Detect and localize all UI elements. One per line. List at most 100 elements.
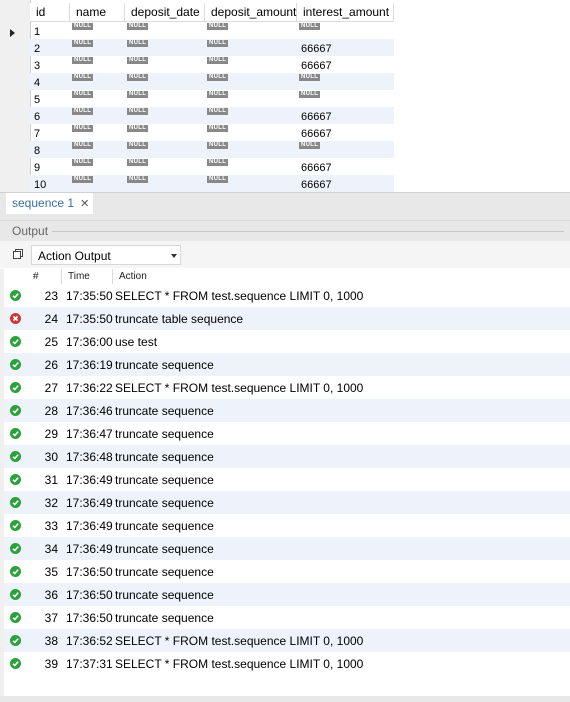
table-row[interactable]: 1 NULL NULL NULL NULL: [30, 22, 394, 39]
cell-id[interactable]: 8: [30, 141, 70, 158]
output-row[interactable]: 27 17:36:22 SELECT * FROM test.sequence LI…: [4, 376, 570, 399]
output-row[interactable]: 36 17:36:50 truncate sequence: [4, 583, 570, 606]
cell-id[interactable]: 3: [30, 56, 70, 73]
output-row[interactable]: 29 17:36:47 truncate sequence: [4, 422, 570, 445]
header-num[interactable]: #: [33, 271, 39, 282]
cell-interest-amount[interactable]: NULL: [297, 73, 394, 90]
cell-id[interactable]: 7: [30, 124, 70, 141]
cell-id[interactable]: 10: [30, 175, 70, 192]
table-row[interactable]: 7 NULL NULL NULL 66667: [30, 124, 394, 141]
output-num: 31: [44, 473, 58, 487]
table-row[interactable]: 4 NULL NULL NULL NULL: [30, 73, 394, 90]
table-row[interactable]: 10 NULL NULL NULL 66667: [30, 175, 394, 192]
cell-name[interactable]: NULL: [70, 39, 125, 56]
cell-interest-amount[interactable]: 66667: [297, 107, 394, 124]
table-row[interactable]: 6 NULL NULL NULL 66667: [30, 107, 394, 124]
cell-interest-amount[interactable]: NULL: [297, 22, 394, 39]
cell-name[interactable]: NULL: [70, 141, 125, 158]
cell-id[interactable]: 4: [30, 73, 70, 90]
header-action[interactable]: Action: [119, 271, 147, 282]
cell-id[interactable]: 2: [30, 39, 70, 56]
cell-deposit-date[interactable]: NULL: [125, 158, 205, 175]
cell-id[interactable]: 5: [30, 90, 70, 107]
cell-deposit-date[interactable]: NULL: [125, 175, 205, 192]
column-divider[interactable]: [112, 269, 113, 284]
cell-deposit-amount[interactable]: NULL: [205, 107, 297, 124]
output-row[interactable]: 31 17:36:49 truncate sequence: [4, 468, 570, 491]
cell-deposit-amount[interactable]: NULL: [205, 56, 297, 73]
cell-deposit-amount[interactable]: NULL: [205, 39, 297, 56]
cell-interest-amount[interactable]: 66667: [297, 39, 394, 56]
output-row[interactable]: 37 17:36:50 truncate sequence: [4, 606, 570, 629]
table-row[interactable]: 9 NULL NULL NULL 66667: [30, 158, 394, 175]
cell-name[interactable]: NULL: [70, 22, 125, 39]
cell-deposit-amount[interactable]: NULL: [205, 158, 297, 175]
output-num: 39: [44, 657, 58, 671]
output-row[interactable]: 32 17:36:49 truncate sequence: [4, 491, 570, 514]
output-row[interactable]: 33 17:36:49 truncate sequence: [4, 514, 570, 537]
output-row[interactable]: 23 17:35:50 SELECT * FROM test.sequence LI…: [4, 284, 570, 307]
column-header-deposit-amount[interactable]: deposit_amount: [205, 3, 297, 22]
cell-deposit-date[interactable]: NULL: [125, 73, 205, 90]
table-row[interactable]: 5 NULL NULL NULL NULL: [30, 90, 394, 107]
cell-name[interactable]: NULL: [70, 90, 125, 107]
cell-interest-amount[interactable]: 66667: [297, 158, 394, 175]
column-header-id[interactable]: id: [30, 3, 70, 22]
cell-name[interactable]: NULL: [70, 73, 125, 90]
output-row[interactable]: 30 17:36:48 truncate sequence: [4, 445, 570, 468]
cell-deposit-amount[interactable]: NULL: [205, 22, 297, 39]
output-row[interactable]: 25 17:36:00 use test: [4, 330, 570, 353]
null-badge: NULL: [299, 74, 321, 81]
output-row[interactable]: 26 17:36:19 truncate sequence: [4, 353, 570, 376]
table-row[interactable]: 3 NULL NULL NULL 66667: [30, 56, 394, 73]
row-gutter[interactable]: [0, 0, 31, 192]
null-badge: NULL: [207, 74, 229, 81]
cell-name[interactable]: NULL: [70, 158, 125, 175]
output-row[interactable]: 39 17:37:31 SELECT * FROM test.sequence LI…: [4, 652, 570, 675]
output-row[interactable]: 38 17:36:52 SELECT * FROM test.sequence LI…: [4, 629, 570, 652]
cell-interest-amount[interactable]: 66667: [297, 124, 394, 141]
output-row[interactable]: 35 17:36:50 truncate sequence: [4, 560, 570, 583]
column-header-deposit-date[interactable]: deposit_date: [125, 3, 205, 22]
cell-deposit-amount[interactable]: NULL: [205, 141, 297, 158]
tab-sequence-1[interactable]: sequence 1 ✕: [6, 193, 94, 214]
cell-deposit-date[interactable]: NULL: [125, 124, 205, 141]
column-header-interest-amount[interactable]: interest_amount: [297, 3, 394, 22]
cell-deposit-date[interactable]: NULL: [125, 22, 205, 39]
copy-icon[interactable]: [13, 249, 23, 259]
cell-deposit-amount[interactable]: NULL: [205, 90, 297, 107]
success-check-icon: [10, 520, 21, 531]
cell-name[interactable]: NULL: [70, 175, 125, 192]
column-header-name[interactable]: name: [70, 3, 125, 22]
table-row[interactable]: 2 NULL NULL NULL 66667: [30, 39, 394, 56]
output-type-select[interactable]: Action Output: [31, 245, 181, 265]
output-row[interactable]: 34 17:36:49 truncate sequence: [4, 537, 570, 560]
cell-name[interactable]: NULL: [70, 124, 125, 141]
output-num: 27: [44, 381, 58, 395]
cell-interest-amount[interactable]: NULL: [297, 141, 394, 158]
column-divider[interactable]: [61, 269, 62, 284]
cell-id[interactable]: 1: [30, 22, 70, 39]
cell-deposit-date[interactable]: NULL: [125, 90, 205, 107]
cell-interest-amount[interactable]: NULL: [297, 90, 394, 107]
cell-deposit-amount[interactable]: NULL: [205, 124, 297, 141]
output-row[interactable]: 24 17:35:50 truncate table sequence: [4, 307, 570, 330]
success-check-icon: [10, 497, 21, 508]
cell-deposit-date[interactable]: NULL: [125, 107, 205, 124]
close-icon[interactable]: ✕: [80, 198, 89, 210]
cell-deposit-date[interactable]: NULL: [125, 56, 205, 73]
cell-id[interactable]: 9: [30, 158, 70, 175]
table-row[interactable]: 8 NULL NULL NULL NULL: [30, 141, 394, 158]
cell-name[interactable]: NULL: [70, 56, 125, 73]
cell-interest-amount[interactable]: 66667: [297, 175, 394, 192]
cell-deposit-amount[interactable]: NULL: [205, 73, 297, 90]
cell-interest-amount[interactable]: 66667: [297, 56, 394, 73]
output-action: truncate sequence: [115, 450, 214, 464]
cell-deposit-amount[interactable]: NULL: [205, 175, 297, 192]
cell-id[interactable]: 6: [30, 107, 70, 124]
header-time[interactable]: Time: [68, 271, 90, 282]
output-row[interactable]: 28 17:36:46 truncate sequence: [4, 399, 570, 422]
cell-deposit-date[interactable]: NULL: [125, 39, 205, 56]
cell-deposit-date[interactable]: NULL: [125, 141, 205, 158]
cell-name[interactable]: NULL: [70, 107, 125, 124]
